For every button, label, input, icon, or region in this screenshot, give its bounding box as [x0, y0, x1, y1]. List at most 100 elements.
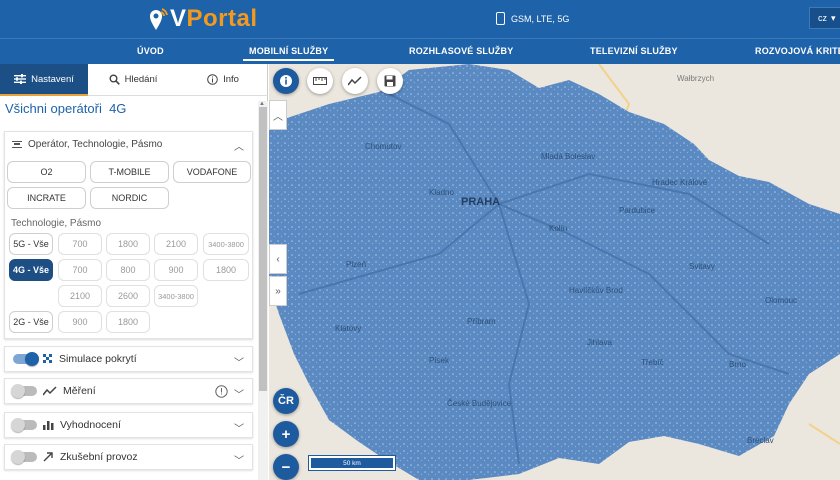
nav-televizni-sluzby[interactable]: TELEVIZNÍ SLUŽBY — [590, 46, 678, 56]
city-trebic: Třebíč — [641, 358, 664, 367]
nav-rozvojova-kriteria[interactable]: ROZVOJOVÁ KRITÉR — [755, 46, 840, 56]
map-trend-button[interactable] — [342, 68, 368, 94]
band-5g-1800[interactable]: 1800 — [106, 233, 150, 255]
nav-uvod[interactable]: ÚVOD — [137, 46, 164, 56]
chevron-up-icon: ︿ — [234, 142, 244, 153]
tech-band-label: Technologie, Pásmo — [11, 218, 102, 229]
operator-vodafone[interactable]: VODAFONE — [173, 161, 251, 183]
city-kolin: Kolín — [549, 224, 568, 233]
band-5g-700[interactable]: 700 — [58, 233, 102, 255]
city-chomutov: Chomutov — [365, 142, 402, 151]
scroll-thumb[interactable] — [259, 107, 267, 391]
warning-info-icon[interactable] — [215, 385, 228, 398]
filter-card: Operátor, Technologie, Pásmo ︿ O2 T-MOBI… — [4, 131, 253, 339]
panel-scrollbar[interactable]: ▲ — [258, 101, 268, 480]
city-klatovy: Klatovy — [335, 324, 362, 333]
tab-nastaveni[interactable]: Nastavení — [0, 64, 88, 96]
band-5g-3400-3800[interactable]: 3400-3800 — [203, 233, 249, 255]
section-simulace-pokryti[interactable]: Simulace pokrytí ﹀ — [4, 346, 253, 372]
band-4g-3400-3800[interactable]: 3400-3800 — [154, 285, 198, 307]
simulace-toggle[interactable] — [13, 352, 39, 366]
chevron-up-icon: ︿ — [273, 111, 283, 123]
tab-info-label: Info — [223, 74, 239, 85]
network-info: GSM, LTE, 5G — [496, 12, 569, 25]
city-svitavy: Svitavy — [689, 262, 715, 271]
tab-info[interactable]: Info — [178, 64, 268, 96]
double-chevron-right-icon: » — [275, 285, 281, 297]
expand-panel-button[interactable]: » — [269, 276, 287, 306]
info-icon — [207, 74, 218, 85]
city-brno: Brno — [729, 360, 746, 369]
tech-4g[interactable]: 4G - Vše — [9, 259, 53, 281]
band-4g-900[interactable]: 900 — [154, 259, 198, 281]
section-zkusebni-provoz[interactable]: Zkušební provoz ﹀ — [4, 444, 253, 470]
network-text: GSM, LTE, 5G — [511, 13, 570, 24]
band-4g-800[interactable]: 800 — [106, 259, 150, 281]
vyhodnoceni-toggle[interactable] — [11, 418, 37, 432]
caret-down-icon: ▾ — [831, 12, 836, 23]
city-havlickuv-brod: Havlíčkův Brod — [569, 286, 623, 295]
tab-hledani[interactable]: Hledání — [88, 64, 178, 96]
zoom-out-button[interactable]: − — [273, 454, 299, 480]
city-pardubice: Pardubice — [619, 206, 656, 215]
checker-icon — [43, 354, 52, 363]
band-4g-2100[interactable]: 2100 — [58, 285, 102, 307]
operator-incrate[interactable]: INCRATE — [7, 187, 86, 209]
collapse-panel-button[interactable]: ‹ — [269, 244, 287, 274]
tech-2g[interactable]: 2G - Vše — [9, 311, 53, 333]
chevron-down-icon: ﹀ — [234, 390, 244, 401]
section-mereni[interactable]: Měření ﹀ — [4, 378, 253, 404]
trend-icon — [43, 386, 57, 396]
operators-label: Všichni operátoři — [5, 101, 102, 116]
city-mlada-boleslav: Mladá Boleslav — [541, 152, 596, 161]
band-4g-1800[interactable]: 1800 — [203, 259, 249, 281]
band-4g-700[interactable]: 700 — [58, 259, 102, 281]
city-pribram: Příbram — [467, 317, 496, 326]
city-ceske-budejovice: České Budějovice — [447, 399, 512, 408]
top-bar: VPortal GSM, LTE, 5G cz ▾ — [0, 0, 840, 38]
tech-5g[interactable]: 5G - Vše — [9, 233, 53, 255]
zkusebni-label: Zkušební provoz — [60, 451, 138, 463]
operator-tmobile[interactable]: T-MOBILE — [90, 161, 169, 183]
city-hradec-kralove: Hradec Králové — [652, 178, 708, 187]
tab-hledani-label: Hledání — [124, 74, 158, 85]
selection-summary: Všichni operátoři 4G — [5, 101, 126, 116]
scale-bar: 50 km — [308, 455, 396, 471]
zoom-in-button[interactable]: + — [273, 421, 299, 447]
band-4g-2600[interactable]: 2600 — [106, 285, 150, 307]
map-ruler-button[interactable] — [307, 68, 333, 94]
language-select[interactable]: cz ▾ — [809, 7, 840, 29]
map-info-button[interactable] — [273, 68, 299, 94]
search-icon — [109, 74, 120, 85]
main-nav: ÚVOD MOBILNÍ SLUŽBY ROZHLASOVÉ SLUŽBY TE… — [0, 38, 840, 64]
chevron-down-icon: ﹀ — [234, 358, 244, 369]
band-2g-1800[interactable]: 1800 — [106, 311, 150, 333]
bar-chart-icon — [43, 421, 54, 430]
section-vyhodnoceni[interactable]: Vyhodnocení ﹀ — [4, 412, 253, 438]
city-walbrzych: Wałbrzych — [677, 74, 715, 83]
vportal-logo[interactable]: VPortal — [148, 5, 258, 32]
zkusebni-toggle[interactable] — [11, 450, 37, 464]
city-breclav: Breclav — [747, 436, 774, 445]
tab-nastaveni-label: Nastavení — [31, 73, 74, 85]
logo-text: VPortal — [170, 5, 258, 32]
city-praha: PRAHA — [461, 196, 501, 208]
settings-panel: Nastavení Hledání Info Všichni operátoři… — [0, 64, 268, 480]
chevron-down-icon: ﹀ — [234, 456, 244, 467]
panel-tabs: Nastavení Hledání Info — [0, 64, 268, 96]
sliders-icon — [14, 74, 27, 84]
band-2g-900[interactable]: 900 — [58, 311, 102, 333]
operator-o2[interactable]: O2 — [7, 161, 86, 183]
nav-mobilni-sluzby[interactable]: MOBILNÍ SLUŽBY — [242, 46, 335, 61]
nav-rozhlasove-sluzby[interactable]: ROZHLASOVÉ SLUŽBY — [409, 46, 513, 56]
cr-button[interactable]: ČR — [273, 388, 299, 414]
collapse-up-button[interactable]: ︿ — [269, 100, 287, 130]
city-pisek: Písek — [429, 356, 450, 365]
band-5g-2100[interactable]: 2100 — [154, 233, 198, 255]
map-save-button[interactable] — [377, 68, 403, 94]
filter-card-header[interactable]: Operátor, Technologie, Pásmo ︿ — [5, 132, 252, 156]
coverage-map[interactable]: PRAHA Kladno Kolín Pardubice Hradec Král… — [269, 64, 840, 480]
operator-nordic[interactable]: NORDIC — [90, 187, 169, 209]
mereni-toggle[interactable] — [11, 384, 37, 398]
ruler-icon — [313, 77, 327, 85]
